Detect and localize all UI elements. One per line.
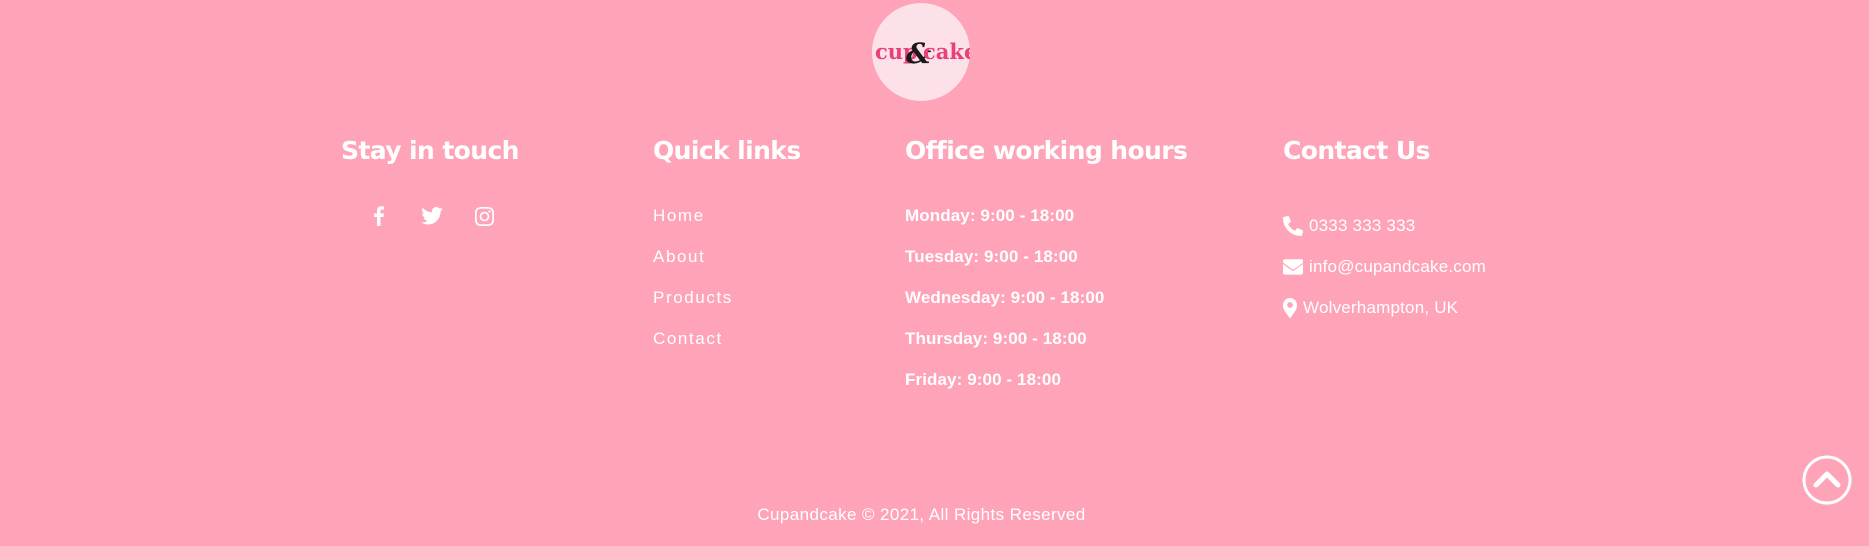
nav-link-contact[interactable]: Contact [653, 329, 723, 348]
list-item: Contact [653, 328, 733, 369]
hours-thursday: Thursday: 9:00 - 18:00 [905, 329, 1087, 348]
social-links [352, 204, 511, 228]
phone-icon [1283, 215, 1303, 236]
facebook-link[interactable] [352, 204, 405, 228]
nav-link-products[interactable]: Products [653, 288, 733, 307]
hours-friday: Friday: 9:00 - 18:00 [905, 370, 1062, 389]
hours-tuesday: Tuesday: 9:00 - 18:00 [905, 247, 1078, 266]
instagram-icon [475, 206, 494, 226]
contact-address: Wolverhampton, UK [1283, 287, 1486, 328]
stay-in-touch-heading: Stay in touch [341, 136, 519, 165]
chevron-up-circle-icon [1802, 455, 1852, 505]
facebook-icon [373, 206, 384, 226]
contact-list: 0333 333 333 info@cupandcake.com Wolverh… [1283, 205, 1486, 328]
scroll-to-top-button[interactable] [1802, 455, 1852, 505]
list-item: Home [653, 205, 733, 246]
contact-us-section: Contact Us [1283, 136, 1430, 166]
twitter-icon [420, 207, 443, 225]
office-hours-section: Office working hours [905, 136, 1188, 166]
office-hours-heading: Office working hours [905, 136, 1188, 165]
contact-phone[interactable]: 0333 333 333 [1283, 205, 1486, 246]
twitter-link[interactable] [405, 204, 458, 228]
quick-links-list: Home About Products Contact [653, 205, 733, 369]
cupandcake-logo: cup & cake [875, 37, 970, 70]
logo-part2: cake [923, 39, 970, 64]
list-item: Products [653, 287, 733, 328]
hours-wednesday: Wednesday: 9:00 - 18:00 [905, 288, 1105, 307]
nav-link-home[interactable]: Home [653, 206, 705, 225]
stay-in-touch-section: Stay in touch [341, 136, 519, 166]
contact-phone-text: 0333 333 333 [1309, 215, 1416, 235]
contact-address-text: Wolverhampton, UK [1303, 297, 1459, 317]
contact-email-text: info@cupandcake.com [1309, 256, 1486, 276]
hours-monday: Monday: 9:00 - 18:00 [905, 206, 1075, 225]
quick-links-heading: Quick links [653, 136, 801, 165]
contact-email[interactable]: info@cupandcake.com [1283, 246, 1486, 287]
office-hours-list: Monday: 9:00 - 18:00 Tuesday: 9:00 - 18:… [905, 205, 1104, 410]
instagram-link[interactable] [458, 204, 511, 228]
nav-link-about[interactable]: About [653, 247, 705, 266]
quick-links-section: Quick links [653, 136, 801, 166]
list-item: About [653, 246, 733, 287]
envelope-icon [1283, 258, 1303, 275]
map-marker-icon [1283, 297, 1297, 318]
logo[interactable]: cup & cake [872, 3, 970, 101]
site-footer: cup & cake Stay in touch Quick links Hom [0, 0, 1869, 546]
contact-us-heading: Contact Us [1283, 136, 1430, 165]
copyright: Cupandcake © 2021, All Rights Reserved [757, 505, 1086, 524]
